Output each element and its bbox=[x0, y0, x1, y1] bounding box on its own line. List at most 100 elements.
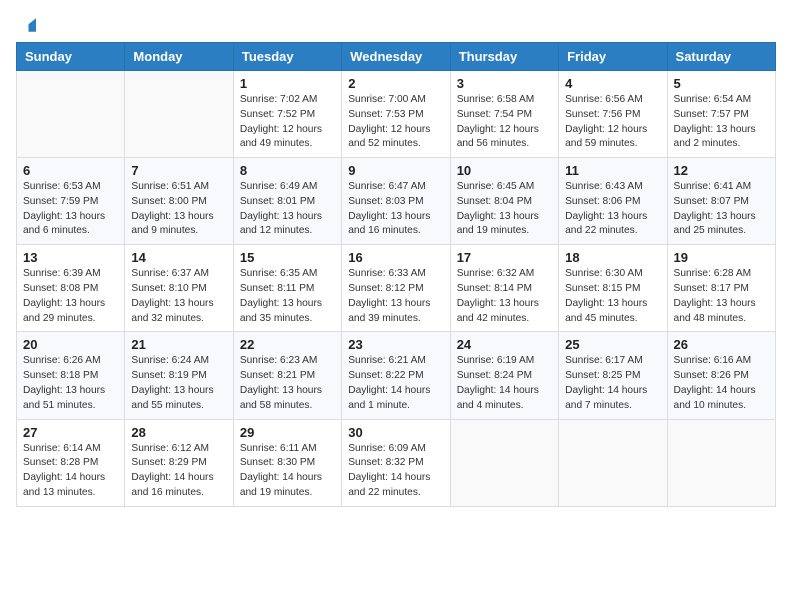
day-info: Sunrise: 6:43 AM Sunset: 8:06 PM Dayligh… bbox=[565, 180, 660, 239]
day-number: 5 bbox=[674, 76, 769, 91]
day-number: 6 bbox=[23, 163, 118, 178]
day-info: Sunrise: 6:58 AM Sunset: 7:54 PM Dayligh… bbox=[457, 93, 552, 152]
day-info: Sunrise: 6:56 AM Sunset: 7:56 PM Dayligh… bbox=[565, 93, 660, 152]
day-number: 7 bbox=[131, 163, 226, 178]
day-number: 21 bbox=[131, 337, 226, 352]
day-info: Sunrise: 6:33 AM Sunset: 8:12 PM Dayligh… bbox=[348, 267, 443, 326]
day-info: Sunrise: 6:17 AM Sunset: 8:25 PM Dayligh… bbox=[565, 354, 660, 413]
day-number: 2 bbox=[348, 76, 443, 91]
calendar-cell: 27 Sunrise: 6:14 AM Sunset: 8:28 PM Dayli… bbox=[17, 419, 125, 506]
day-info: Sunrise: 6:12 AM Sunset: 8:29 PM Dayligh… bbox=[131, 442, 226, 501]
day-number: 24 bbox=[457, 337, 552, 352]
day-info: Sunrise: 6:24 AM Sunset: 8:19 PM Dayligh… bbox=[131, 354, 226, 413]
calendar-cell: 12 Sunrise: 6:41 AM Sunset: 8:07 PM Dayli… bbox=[667, 158, 775, 245]
day-number: 18 bbox=[565, 250, 660, 265]
calendar-cell: 6 Sunrise: 6:53 AM Sunset: 7:59 PM Daylig… bbox=[17, 158, 125, 245]
day-number: 20 bbox=[23, 337, 118, 352]
page-header bbox=[16, 16, 776, 32]
day-number: 14 bbox=[131, 250, 226, 265]
calendar-cell: 11 Sunrise: 6:43 AM Sunset: 8:06 PM Dayli… bbox=[559, 158, 667, 245]
day-info: Sunrise: 6:47 AM Sunset: 8:03 PM Dayligh… bbox=[348, 180, 443, 239]
day-number: 28 bbox=[131, 425, 226, 440]
weekday-header: Wednesday bbox=[342, 43, 450, 71]
day-number: 4 bbox=[565, 76, 660, 91]
calendar-cell: 29 Sunrise: 6:11 AM Sunset: 8:30 PM Dayli… bbox=[233, 419, 341, 506]
day-info: Sunrise: 6:32 AM Sunset: 8:14 PM Dayligh… bbox=[457, 267, 552, 326]
calendar-week-row: 13 Sunrise: 6:39 AM Sunset: 8:08 PM Dayli… bbox=[17, 245, 776, 332]
day-info: Sunrise: 6:19 AM Sunset: 8:24 PM Dayligh… bbox=[457, 354, 552, 413]
calendar-cell: 5 Sunrise: 6:54 AM Sunset: 7:57 PM Daylig… bbox=[667, 71, 775, 158]
logo-icon bbox=[18, 16, 36, 34]
day-info: Sunrise: 6:28 AM Sunset: 8:17 PM Dayligh… bbox=[674, 267, 769, 326]
day-number: 29 bbox=[240, 425, 335, 440]
calendar-cell: 9 Sunrise: 6:47 AM Sunset: 8:03 PM Daylig… bbox=[342, 158, 450, 245]
day-number: 12 bbox=[674, 163, 769, 178]
day-info: Sunrise: 6:14 AM Sunset: 8:28 PM Dayligh… bbox=[23, 442, 118, 501]
calendar-cell: 15 Sunrise: 6:35 AM Sunset: 8:11 PM Dayli… bbox=[233, 245, 341, 332]
day-info: Sunrise: 6:45 AM Sunset: 8:04 PM Dayligh… bbox=[457, 180, 552, 239]
day-number: 10 bbox=[457, 163, 552, 178]
day-info: Sunrise: 6:51 AM Sunset: 8:00 PM Dayligh… bbox=[131, 180, 226, 239]
day-info: Sunrise: 6:49 AM Sunset: 8:01 PM Dayligh… bbox=[240, 180, 335, 239]
calendar-week-row: 27 Sunrise: 6:14 AM Sunset: 8:28 PM Dayli… bbox=[17, 419, 776, 506]
calendar-cell: 4 Sunrise: 6:56 AM Sunset: 7:56 PM Daylig… bbox=[559, 71, 667, 158]
day-info: Sunrise: 6:37 AM Sunset: 8:10 PM Dayligh… bbox=[131, 267, 226, 326]
day-number: 19 bbox=[674, 250, 769, 265]
calendar-cell: 7 Sunrise: 6:51 AM Sunset: 8:00 PM Daylig… bbox=[125, 158, 233, 245]
calendar-table: SundayMondayTuesdayWednesdayThursdayFrid… bbox=[16, 42, 776, 507]
day-number: 11 bbox=[565, 163, 660, 178]
day-number: 22 bbox=[240, 337, 335, 352]
day-number: 27 bbox=[23, 425, 118, 440]
day-number: 17 bbox=[457, 250, 552, 265]
day-number: 16 bbox=[348, 250, 443, 265]
calendar-cell: 24 Sunrise: 6:19 AM Sunset: 8:24 PM Dayli… bbox=[450, 332, 558, 419]
calendar-cell: 20 Sunrise: 6:26 AM Sunset: 8:18 PM Dayli… bbox=[17, 332, 125, 419]
weekday-header: Saturday bbox=[667, 43, 775, 71]
calendar-cell bbox=[559, 419, 667, 506]
calendar-cell: 22 Sunrise: 6:23 AM Sunset: 8:21 PM Dayli… bbox=[233, 332, 341, 419]
day-info: Sunrise: 6:21 AM Sunset: 8:22 PM Dayligh… bbox=[348, 354, 443, 413]
day-number: 3 bbox=[457, 76, 552, 91]
calendar-cell: 16 Sunrise: 6:33 AM Sunset: 8:12 PM Dayli… bbox=[342, 245, 450, 332]
day-info: Sunrise: 7:00 AM Sunset: 7:53 PM Dayligh… bbox=[348, 93, 443, 152]
day-info: Sunrise: 6:39 AM Sunset: 8:08 PM Dayligh… bbox=[23, 267, 118, 326]
calendar-cell bbox=[17, 71, 125, 158]
day-info: Sunrise: 6:09 AM Sunset: 8:32 PM Dayligh… bbox=[348, 442, 443, 501]
weekday-header: Friday bbox=[559, 43, 667, 71]
day-number: 15 bbox=[240, 250, 335, 265]
calendar-cell: 23 Sunrise: 6:21 AM Sunset: 8:22 PM Dayli… bbox=[342, 332, 450, 419]
day-number: 13 bbox=[23, 250, 118, 265]
calendar-cell: 19 Sunrise: 6:28 AM Sunset: 8:17 PM Dayli… bbox=[667, 245, 775, 332]
calendar-cell: 26Sunrise: 6:16 AM Sunset: 8:26 PM Dayli… bbox=[667, 332, 775, 419]
weekday-header-row: SundayMondayTuesdayWednesdayThursdayFrid… bbox=[17, 43, 776, 71]
day-number: 8 bbox=[240, 163, 335, 178]
day-number: 23 bbox=[348, 337, 443, 352]
calendar-cell: 21 Sunrise: 6:24 AM Sunset: 8:19 PM Dayli… bbox=[125, 332, 233, 419]
calendar-cell bbox=[667, 419, 775, 506]
day-info: Sunrise: 6:26 AM Sunset: 8:18 PM Dayligh… bbox=[23, 354, 118, 413]
day-info: Sunrise: 6:41 AM Sunset: 8:07 PM Dayligh… bbox=[674, 180, 769, 239]
day-info: Sunrise: 6:23 AM Sunset: 8:21 PM Dayligh… bbox=[240, 354, 335, 413]
calendar-cell: 10 Sunrise: 6:45 AM Sunset: 8:04 PM Dayli… bbox=[450, 158, 558, 245]
day-number: 26 bbox=[674, 337, 769, 352]
calendar-cell: 8 Sunrise: 6:49 AM Sunset: 8:01 PM Daylig… bbox=[233, 158, 341, 245]
day-number: 9 bbox=[348, 163, 443, 178]
calendar-week-row: 1Sunrise: 7:02 AM Sunset: 7:52 PM Daylig… bbox=[17, 71, 776, 158]
weekday-header: Tuesday bbox=[233, 43, 341, 71]
day-info: Sunrise: 6:35 AM Sunset: 8:11 PM Dayligh… bbox=[240, 267, 335, 326]
day-info: Sunrise: 6:53 AM Sunset: 7:59 PM Dayligh… bbox=[23, 180, 118, 239]
calendar-week-row: 6 Sunrise: 6:53 AM Sunset: 7:59 PM Daylig… bbox=[17, 158, 776, 245]
calendar-cell: 28 Sunrise: 6:12 AM Sunset: 8:29 PM Dayli… bbox=[125, 419, 233, 506]
calendar-cell: 3 Sunrise: 6:58 AM Sunset: 7:54 PM Daylig… bbox=[450, 71, 558, 158]
day-number: 1 bbox=[240, 76, 335, 91]
calendar-cell bbox=[125, 71, 233, 158]
weekday-header: Thursday bbox=[450, 43, 558, 71]
calendar-cell: 30Sunrise: 6:09 AM Sunset: 8:32 PM Dayli… bbox=[342, 419, 450, 506]
calendar-cell: 1Sunrise: 7:02 AM Sunset: 7:52 PM Daylig… bbox=[233, 71, 341, 158]
day-number: 25 bbox=[565, 337, 660, 352]
day-info: Sunrise: 6:54 AM Sunset: 7:57 PM Dayligh… bbox=[674, 93, 769, 152]
calendar-cell: 18Sunrise: 6:30 AM Sunset: 8:15 PM Dayli… bbox=[559, 245, 667, 332]
day-info: Sunrise: 6:11 AM Sunset: 8:30 PM Dayligh… bbox=[240, 442, 335, 501]
calendar-cell: 2 Sunrise: 7:00 AM Sunset: 7:53 PM Daylig… bbox=[342, 71, 450, 158]
weekday-header: Sunday bbox=[17, 43, 125, 71]
